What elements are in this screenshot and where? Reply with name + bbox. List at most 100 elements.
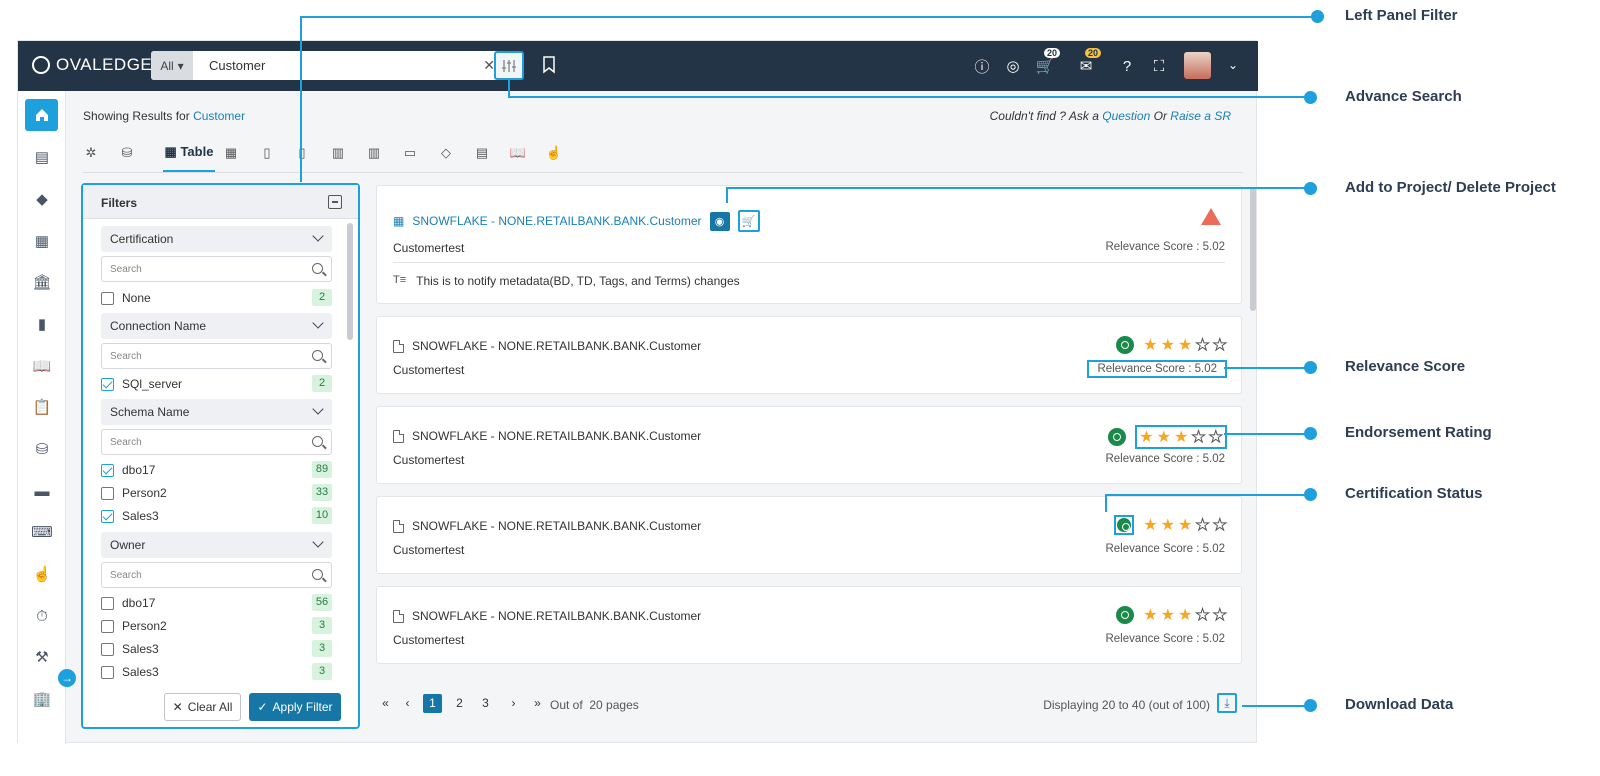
next-page-icon[interactable]: › [504, 694, 523, 713]
tab-columns-icon[interactable]: ▦ [223, 141, 239, 165]
results-scrollbar[interactable] [1250, 187, 1256, 311]
book-icon[interactable]: ▮ [32, 314, 52, 334]
download-icon[interactable]: ⤓ [1217, 693, 1237, 713]
endorsement-rating[interactable]: ★ ★ ★ ★ ★ [1114, 515, 1228, 535]
collapse-filters-icon[interactable] [328, 195, 342, 209]
result-card[interactable]: SNOWFLAKE - NONE.RETAILBANK.BANK.Custome… [376, 586, 1242, 664]
mail-icon[interactable]: ✉ 20 [1076, 48, 1102, 76]
filter-option[interactable]: Person2 3 [101, 617, 332, 635]
endorsement-rating[interactable]: ★ ★ ★ ★ ★ [1116, 605, 1228, 625]
star-empty-icon[interactable]: ★ [1212, 605, 1227, 625]
prev-page-icon[interactable]: ‹ [398, 694, 417, 713]
clipboard-icon[interactable]: 📋 [32, 397, 52, 417]
timer-icon[interactable]: ⏱ [32, 606, 52, 626]
filter-option[interactable]: Sales3 3 [101, 640, 332, 658]
filter-option[interactable]: Sales3 3 [101, 663, 332, 681]
filter-option[interactable]: Sales3 10 [101, 507, 332, 525]
owner-search-input[interactable]: Search [101, 562, 332, 588]
filter-option[interactable]: None 2 [101, 289, 332, 307]
page-button[interactable]: 2 [450, 694, 469, 713]
star-icon[interactable]: ★ [1161, 335, 1175, 355]
certification-search-input[interactable]: Search [101, 256, 332, 282]
tab-all-icon[interactable]: ✲ [83, 141, 99, 165]
endorsement-rating[interactable]: ★ ★ ★ ★ ★ [1108, 425, 1227, 449]
star-icon[interactable]: ★ [1178, 605, 1192, 625]
result-title-link[interactable]: SNOWFLAKE - NONE.RETAILBANK.BANK.Custome… [393, 429, 701, 443]
tab-report-icon[interactable]: ▥ [330, 141, 346, 165]
result-title-link[interactable]: ▦ SNOWFLAKE - NONE.RETAILBANK.BANK.Custom… [393, 210, 760, 232]
catalog-icon[interactable]: ▤ [32, 147, 52, 167]
star-empty-icon[interactable]: ★ [1208, 427, 1223, 447]
user-avatar[interactable] [1184, 52, 1211, 79]
chevron-down-icon[interactable]: ⌄ [1228, 58, 1238, 72]
checkbox[interactable] [101, 619, 114, 633]
star-icon[interactable]: ★ [1139, 427, 1153, 447]
result-title-link[interactable]: SNOWFLAKE - NONE.RETAILBANK.BANK.Custome… [393, 609, 701, 623]
tab-clipboard-icon[interactable]: ▤ [474, 141, 490, 165]
expand-sidebar-icon[interactable]: → [58, 669, 76, 687]
checkbox[interactable] [101, 642, 114, 656]
schema-search-input[interactable]: Search [101, 429, 332, 455]
report-icon[interactable]: ▦ [32, 231, 52, 251]
star-icon[interactable]: ★ [1143, 605, 1157, 625]
apply-filter-button[interactable]: ✓ Apply Filter [249, 693, 341, 721]
tab-service-icon[interactable]: ☝ [546, 141, 562, 165]
tab-code-icon[interactable]: ▭ [402, 141, 418, 165]
result-title-link[interactable]: SNOWFLAKE - NONE.RETAILBANK.BANK.Custome… [393, 339, 701, 353]
result-card[interactable]: SNOWFLAKE - NONE.RETAILBANK.BANK.Custome… [376, 316, 1242, 394]
preview-eye-button[interactable]: ◉ [709, 211, 730, 231]
star-empty-icon[interactable]: ★ [1195, 605, 1210, 625]
result-card[interactable]: ▦ SNOWFLAKE - NONE.RETAILBANK.BANK.Custom… [376, 185, 1242, 304]
folder-icon[interactable]: ▬ [32, 481, 52, 501]
building-icon[interactable]: 🏢 [32, 689, 52, 709]
add-to-project-button[interactable]: 🛒 [737, 210, 760, 232]
star-empty-icon[interactable]: ★ [1195, 515, 1210, 535]
filter-option[interactable]: dbo17 89 [101, 461, 332, 479]
bookmark-icon[interactable] [542, 56, 556, 74]
star-empty-icon[interactable]: ★ [1191, 427, 1206, 447]
result-card[interactable]: SNOWFLAKE - NONE.RETAILBANK.BANK.Custome… [376, 496, 1242, 574]
checkbox[interactable] [101, 291, 114, 305]
tab-file-icon[interactable]: ▯ [259, 141, 275, 165]
database-check-icon[interactable]: ⛁ [32, 439, 52, 459]
star-icon[interactable]: ★ [1178, 515, 1192, 535]
app-logo[interactable]: OVALEDGE [32, 55, 152, 75]
home-icon[interactable] [25, 99, 58, 131]
connection-search-input[interactable]: Search [101, 343, 332, 369]
bank-icon[interactable]: 🏛 [32, 272, 52, 292]
filter-section-schema-name[interactable]: Schema Name [101, 399, 332, 425]
endorsement-rating[interactable]: ★ ★ ★ ★ ★ [1116, 335, 1228, 355]
result-title-link[interactable]: SNOWFLAKE - NONE.RETAILBANK.BANK.Custome… [393, 519, 701, 533]
checkbox-checked[interactable] [101, 509, 114, 523]
help-icon[interactable]: ? [1117, 56, 1137, 76]
tab-table[interactable]: ▦ Table [163, 141, 215, 172]
checkbox[interactable] [101, 665, 114, 679]
clear-all-button[interactable]: ✕ Clear All [164, 693, 241, 721]
search-input[interactable] [209, 58, 469, 73]
cart-icon[interactable]: 🛒 20 [1035, 48, 1061, 76]
tab-glossary-icon[interactable]: 📖 [510, 141, 526, 165]
filter-option[interactable]: Person2 33 [101, 484, 332, 502]
filter-option[interactable]: dbo17 56 [101, 594, 332, 612]
star-icon[interactable]: ★ [1157, 427, 1171, 447]
page-button[interactable]: 3 [476, 694, 495, 713]
tools-icon[interactable]: ⚒ [32, 647, 52, 667]
filter-section-certification[interactable]: Certification [101, 226, 332, 252]
last-page-icon[interactable]: » [528, 694, 547, 713]
tab-file-columns-icon[interactable]: ▯ [294, 141, 310, 165]
alert-triangle-icon[interactable] [1201, 208, 1221, 225]
raise-sr-link[interactable]: Raise a SR [1170, 109, 1231, 123]
tag-icon[interactable]: ◆ [32, 189, 52, 209]
checkbox[interactable] [101, 486, 114, 500]
star-icon[interactable]: ★ [1161, 605, 1175, 625]
info-icon[interactable]: ⓘ [972, 56, 992, 76]
search-scope-dropdown[interactable]: All ▾ [151, 51, 193, 80]
star-empty-icon[interactable]: ★ [1195, 335, 1210, 355]
star-icon[interactable]: ★ [1143, 335, 1157, 355]
tab-database-icon[interactable]: ⛁ [119, 141, 135, 165]
filter-section-connection-name[interactable]: Connection Name [101, 313, 332, 339]
checkbox[interactable] [101, 596, 114, 610]
checkbox-checked[interactable] [101, 377, 114, 391]
star-icon[interactable]: ★ [1178, 335, 1192, 355]
filter-scrollbar[interactable] [347, 223, 353, 340]
